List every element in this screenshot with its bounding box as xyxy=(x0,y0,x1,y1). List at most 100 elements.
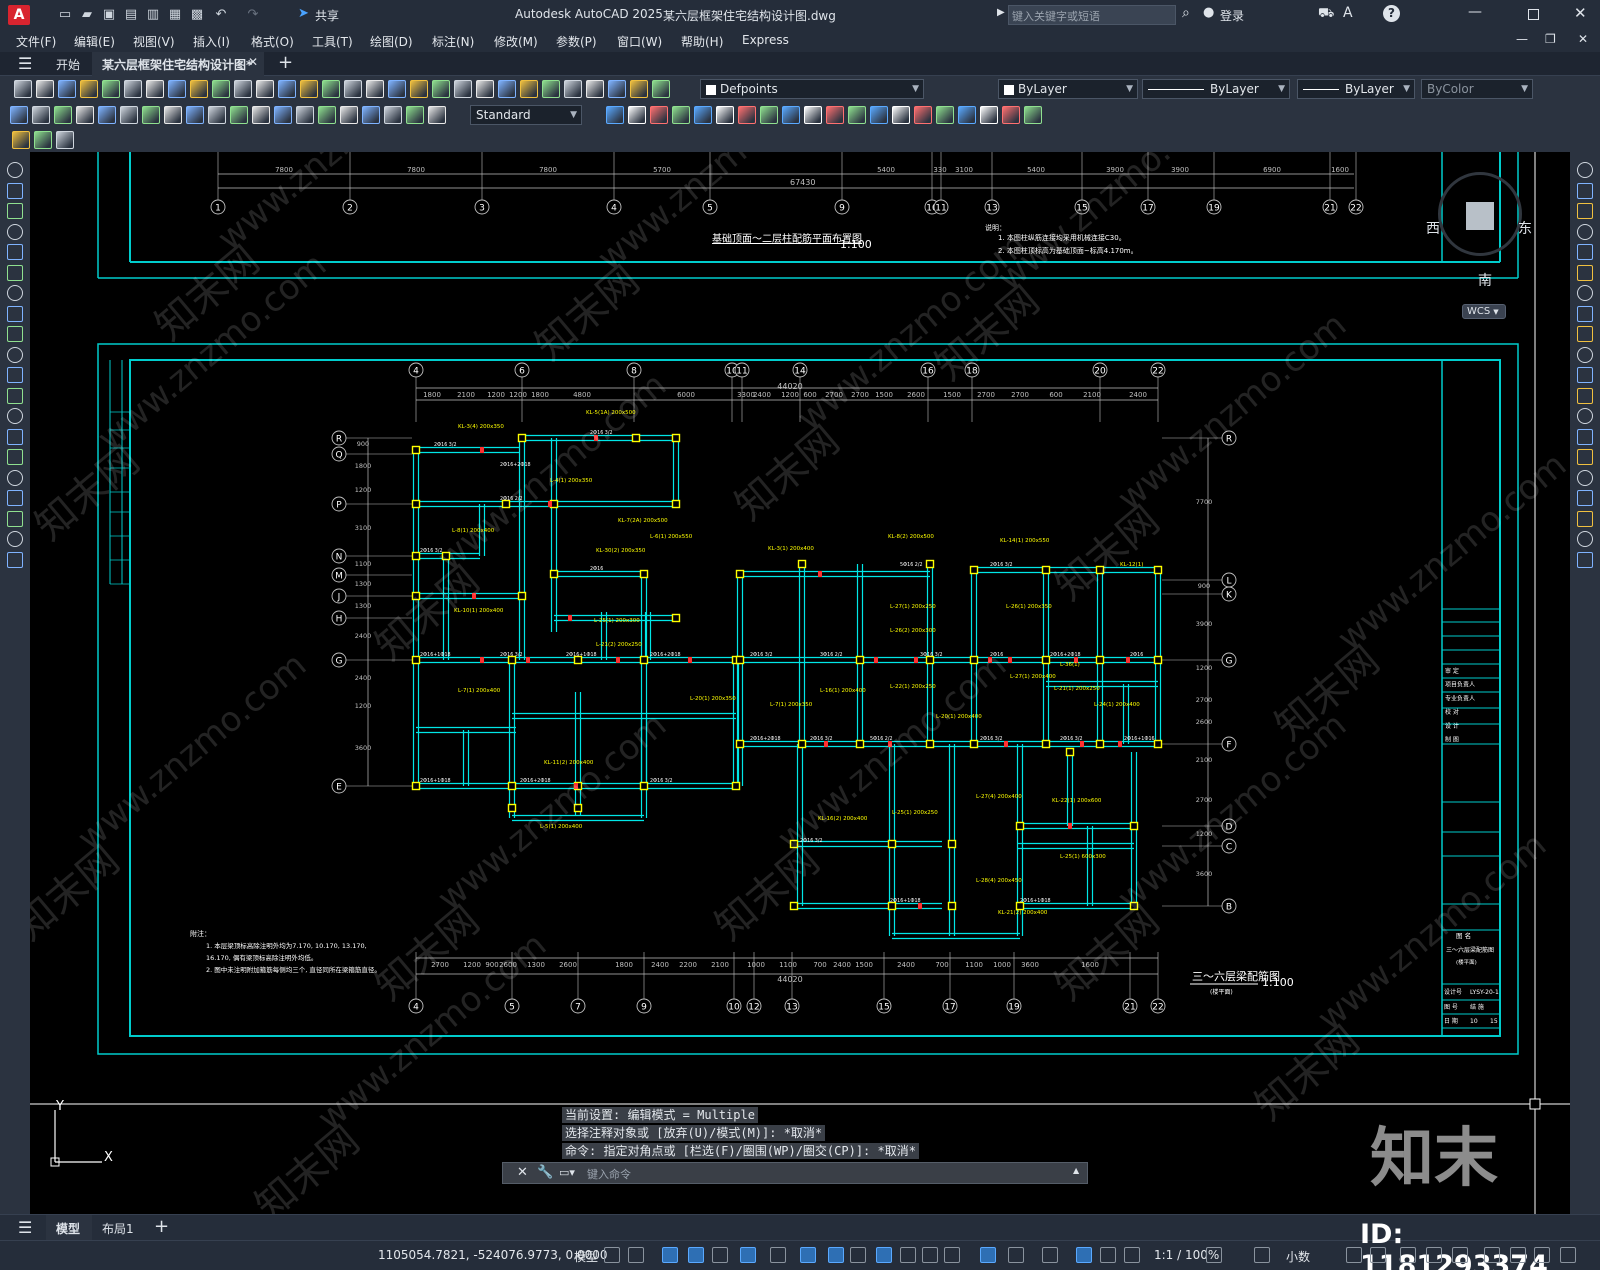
modify-tool-16-icon[interactable] xyxy=(958,106,976,124)
draw-tool-0-icon[interactable] xyxy=(7,162,23,178)
standard-tool-20-icon[interactable] xyxy=(454,80,472,98)
modify-side-tool-13-icon[interactable] xyxy=(1577,428,1593,445)
status-toggle-30-icon[interactable] xyxy=(1560,1247,1576,1263)
dim-tool-18-icon[interactable] xyxy=(406,106,424,124)
modify-side-tool-9-icon[interactable] xyxy=(1577,346,1593,363)
status-toggle-21-icon[interactable] xyxy=(1254,1247,1270,1263)
modify-side-tool-14-icon[interactable] xyxy=(1577,449,1593,465)
modify-tool-10-icon[interactable] xyxy=(826,106,844,124)
standard-tool-21-icon[interactable] xyxy=(476,80,494,98)
modify-tool-19-icon[interactable] xyxy=(1024,106,1042,124)
textstyle-dropdown[interactable]: Standard ▼ xyxy=(470,105,582,125)
extra-tool-0-icon[interactable] xyxy=(12,131,30,149)
redo-icon[interactable]: ↷ xyxy=(244,6,262,24)
lineweight-dropdown[interactable]: ByLayer ▼ xyxy=(1297,79,1415,99)
hamburger-icon[interactable]: ☰ xyxy=(18,54,32,73)
close-icon[interactable]: ✕ xyxy=(1574,4,1587,22)
modify-tool-17-icon[interactable] xyxy=(980,106,998,124)
tab-model[interactable]: 模型 xyxy=(46,1215,92,1240)
units-readout[interactable]: 小数 xyxy=(1286,1248,1310,1265)
status-toggle-28-icon[interactable] xyxy=(1510,1247,1526,1263)
modify-side-tool-7-icon[interactable] xyxy=(1577,305,1593,322)
menu-help[interactable]: 帮助(H) xyxy=(681,33,723,50)
status-toggle-20-icon[interactable] xyxy=(1206,1247,1222,1263)
menu-insert[interactable]: 插入(I) xyxy=(193,33,230,50)
viewcube-south[interactable]: 南 xyxy=(1478,270,1492,290)
status-toggle-18-icon[interactable] xyxy=(1100,1247,1116,1263)
standard-tool-9-icon[interactable] xyxy=(212,80,230,98)
layout-menu-icon[interactable]: ☰ xyxy=(18,1218,32,1237)
status-toggle-3-icon[interactable] xyxy=(688,1247,704,1263)
standard-tool-22-icon[interactable] xyxy=(498,80,516,98)
add-layout-icon[interactable]: + xyxy=(154,1216,169,1237)
draw-tool-3-icon[interactable] xyxy=(7,223,23,240)
menu-draw[interactable]: 绘图(D) xyxy=(370,33,413,50)
dim-tool-14-icon[interactable] xyxy=(318,106,336,124)
status-toggle-29-icon[interactable] xyxy=(1534,1247,1550,1263)
dim-tool-5-icon[interactable] xyxy=(120,106,138,124)
autocad-logo-icon[interactable]: A xyxy=(8,5,30,25)
status-toggle-16-icon[interactable] xyxy=(1042,1247,1058,1263)
modify-side-tool-11-icon[interactable] xyxy=(1577,387,1593,404)
modify-side-tool-16-icon[interactable] xyxy=(1577,490,1593,506)
dim-tool-8-icon[interactable] xyxy=(186,106,204,124)
standard-tool-27-icon[interactable] xyxy=(608,80,626,98)
dim-tool-13-icon[interactable] xyxy=(296,106,314,124)
save-icon[interactable]: ▣ xyxy=(100,6,118,24)
standard-tool-3-icon[interactable] xyxy=(80,80,98,98)
standard-tool-0-icon[interactable] xyxy=(14,80,32,98)
tab-drawing[interactable]: 某六层框架住宅结构设计图* ✕ xyxy=(92,52,264,76)
user-icon[interactable]: ● xyxy=(1203,5,1214,20)
status-toggle-10-icon[interactable] xyxy=(876,1247,892,1263)
menu-view[interactable]: 视图(V) xyxy=(133,33,175,50)
dim-tool-1-icon[interactable] xyxy=(32,106,50,124)
draw-tool-15-icon[interactable] xyxy=(7,469,23,486)
draw-tool-19-icon[interactable] xyxy=(7,551,23,568)
dim-tool-11-icon[interactable] xyxy=(252,106,270,124)
plotstyle-dropdown[interactable]: ByColor ▼ xyxy=(1421,79,1533,99)
draw-tool-6-icon[interactable] xyxy=(7,285,23,301)
viewcube-east[interactable]: 东 xyxy=(1518,218,1532,238)
modify-tool-18-icon[interactable] xyxy=(1002,106,1020,124)
command-customize-icon[interactable]: 🔧 xyxy=(537,1165,553,1180)
modify-tool-3-icon[interactable] xyxy=(672,106,690,124)
color-dropdown[interactable]: ByLayer ▼ xyxy=(998,79,1138,99)
status-toggle-25-icon[interactable] xyxy=(1426,1247,1442,1263)
standard-tool-5-icon[interactable] xyxy=(124,80,142,98)
standard-tool-1-icon[interactable] xyxy=(36,80,54,98)
draw-tool-7-icon[interactable] xyxy=(7,305,23,322)
menu-dimension[interactable]: 标注(N) xyxy=(432,33,474,50)
standard-tool-28-icon[interactable] xyxy=(630,80,648,98)
draw-tool-2-icon[interactable] xyxy=(7,203,23,219)
model-space-button[interactable]: 模型 xyxy=(574,1248,598,1265)
share-icon[interactable]: ➤ xyxy=(298,6,309,21)
draw-tool-18-icon[interactable] xyxy=(7,531,23,547)
dim-tool-6-icon[interactable] xyxy=(142,106,160,124)
menu-express[interactable]: Express xyxy=(742,33,789,47)
standard-tool-4-icon[interactable] xyxy=(102,80,120,98)
status-toggle-26-icon[interactable] xyxy=(1452,1247,1468,1263)
draw-tool-14-icon[interactable] xyxy=(7,449,23,465)
modify-side-tool-2-icon[interactable] xyxy=(1577,203,1593,219)
status-toggle-9-icon[interactable] xyxy=(850,1247,866,1263)
modify-tool-1-icon[interactable] xyxy=(628,106,646,124)
dim-tool-0-icon[interactable] xyxy=(10,106,28,124)
status-toggle-12-icon[interactable] xyxy=(922,1247,938,1263)
standard-tool-23-icon[interactable] xyxy=(520,80,538,98)
modify-tool-12-icon[interactable] xyxy=(870,106,888,124)
modify-tool-2-icon[interactable] xyxy=(650,106,668,124)
draw-tool-5-icon[interactable] xyxy=(7,264,23,281)
minimize-icon[interactable]: — xyxy=(1468,4,1482,20)
modify-tool-15-icon[interactable] xyxy=(936,106,954,124)
doc-restore-icon[interactable]: ❐ xyxy=(1545,32,1556,46)
help-icon[interactable]: ? xyxy=(1383,5,1400,22)
save-as-icon[interactable]: ▤ xyxy=(122,6,140,24)
modify-side-tool-0-icon[interactable] xyxy=(1577,162,1593,178)
standard-tool-16-icon[interactable] xyxy=(366,80,384,98)
new-tab-icon[interactable]: + xyxy=(278,52,293,73)
modify-tool-8-icon[interactable] xyxy=(782,106,800,124)
modify-side-tool-4-icon[interactable] xyxy=(1577,244,1593,260)
dim-tool-17-icon[interactable] xyxy=(384,106,402,124)
standard-tool-15-icon[interactable] xyxy=(344,80,362,98)
standard-tool-18-icon[interactable] xyxy=(410,80,428,98)
